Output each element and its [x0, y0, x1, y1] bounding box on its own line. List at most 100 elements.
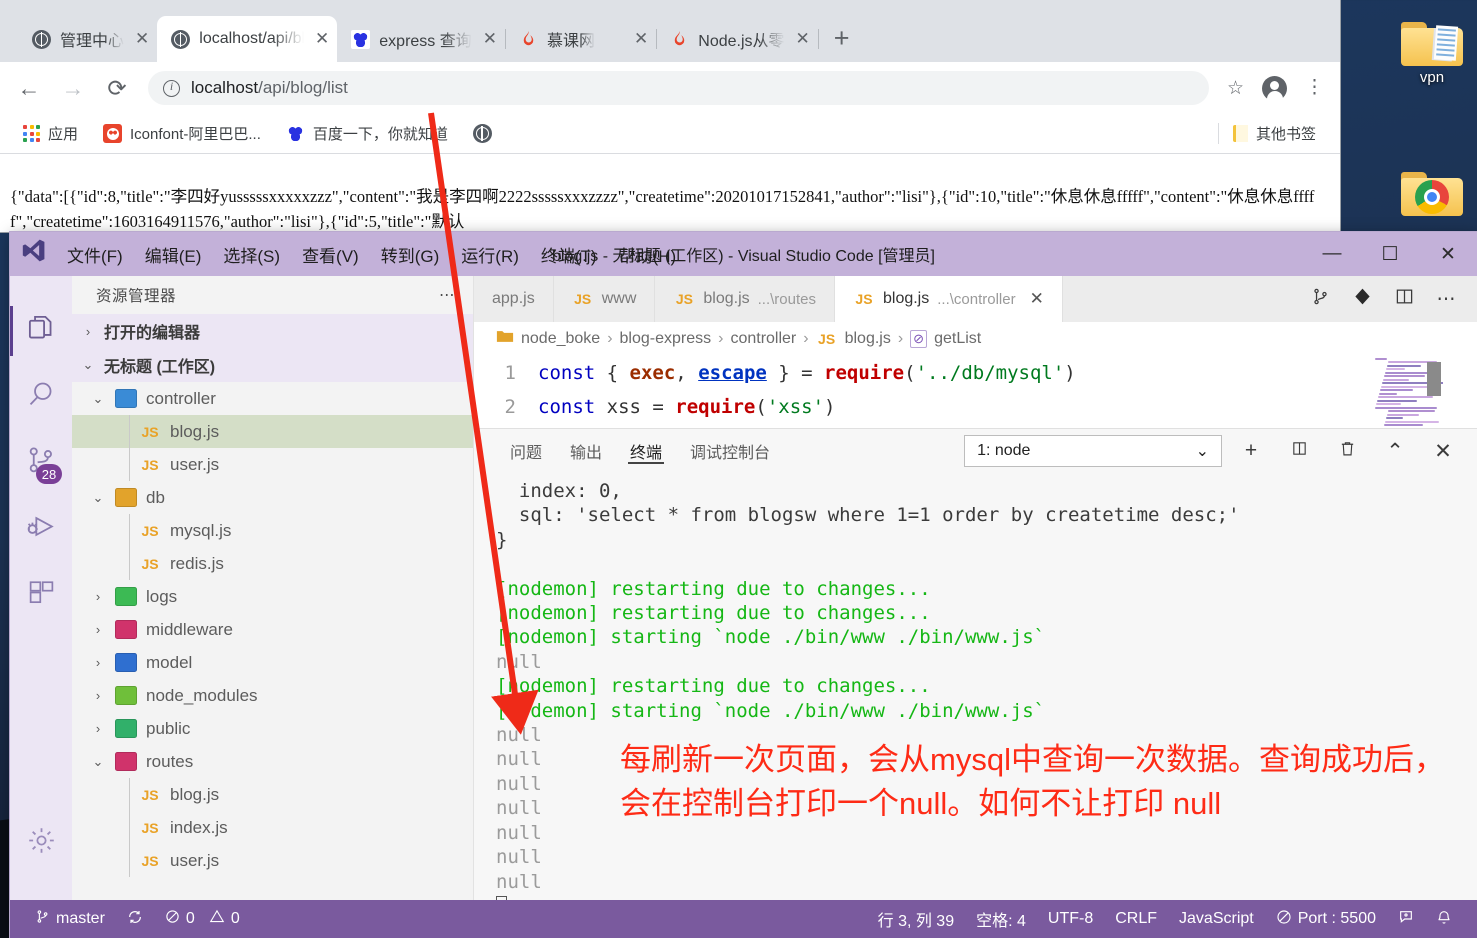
status-encoding[interactable]: UTF-8 [1037, 910, 1104, 928]
breadcrumb-item-0[interactable]: node_boke [521, 330, 600, 348]
desktop-icon-vpn[interactable]: vpn [1386, 18, 1477, 86]
panel-tab-terminal[interactable]: 终端 [616, 429, 676, 473]
activity-source-control[interactable]: 28 [10, 430, 72, 496]
minimap-scrollbar[interactable] [1427, 362, 1441, 396]
tree-item-controller[interactable]: ⌄ controller [72, 382, 473, 415]
split-editor-icon[interactable] [1383, 287, 1425, 312]
split-terminal-icon[interactable] [1275, 439, 1323, 463]
tree-item-user-js[interactable]: JS user.js [72, 448, 473, 481]
back-button[interactable]: ← [16, 75, 42, 102]
status-git-branch[interactable]: master [24, 909, 116, 929]
browser-tab-1[interactable]: localhost/api/blog/list ✕ [157, 16, 338, 62]
tree-item-blog-js[interactable]: JS blog.js [72, 415, 473, 448]
activity-search[interactable] [10, 364, 72, 430]
browser-tab-4[interactable]: Node.js从零 ✕ [656, 16, 819, 62]
reload-button[interactable]: ⟳ [104, 75, 130, 102]
browser-tab-2[interactable]: express 查询 ✕ [337, 16, 506, 62]
status-sync[interactable] [116, 909, 154, 930]
minimap[interactable] [1371, 356, 1443, 428]
source-control-icon[interactable] [1341, 287, 1383, 312]
tree-item-blog-js[interactable]: JS blog.js [72, 778, 473, 811]
status-indentation[interactable]: 空格: 4 [965, 907, 1037, 931]
terminal-output[interactable]: index: 0, sql: 'select * from blogsw whe… [474, 473, 1477, 900]
activity-explorer[interactable] [10, 298, 72, 364]
status-cursor-position[interactable]: 行 3, 列 39 [867, 907, 965, 931]
breadcrumb-item-2[interactable]: controller [730, 330, 796, 348]
breadcrumb-item-3[interactable]: blog.js [845, 330, 891, 348]
tree-item-index-js[interactable]: JS index.js [72, 811, 473, 844]
desktop-icon-chrome-folder[interactable] [1386, 168, 1477, 219]
status-notifications[interactable] [1425, 909, 1463, 930]
split-vertical-icon[interactable] [1299, 287, 1341, 312]
panel-tab-output[interactable]: 输出 [556, 429, 616, 473]
tab-close-icon[interactable]: ✕ [315, 29, 329, 49]
bookmark-apps[interactable]: 应用 [14, 119, 87, 148]
browser-menu-icon[interactable]: ⋮ [1305, 78, 1324, 98]
menu-go[interactable]: 转到(G) [370, 232, 451, 276]
tab-close-icon[interactable]: ✕ [135, 29, 149, 49]
avatar[interactable] [1262, 75, 1287, 102]
status-live-server-port[interactable]: Port : 5500 [1265, 909, 1387, 930]
tree-item-mysql-js[interactable]: JS mysql.js [72, 514, 473, 547]
status-language-mode[interactable]: JavaScript [1168, 910, 1265, 928]
bookmark-iconfont[interactable]: Iconfont-阿里巴巴... [94, 119, 270, 148]
status-feedback[interactable] [1387, 909, 1425, 930]
activity-settings[interactable] [10, 810, 72, 876]
tab-close-icon[interactable]: ✕ [483, 29, 497, 49]
new-tab-button[interactable]: + [834, 25, 850, 52]
breadcrumb-item-1[interactable]: blog-express [620, 330, 712, 348]
maximize-button[interactable]: ☐ [1361, 232, 1419, 276]
section-workspace[interactable]: ⌄ 无标题 (工作区) [72, 348, 473, 382]
code-editor[interactable]: 1 const { exec, escape } = require('../db… [474, 356, 1477, 428]
editor-tab-app-js[interactable]: app.js [474, 276, 554, 322]
section-open-editors[interactable]: › 打开的编辑器 [72, 314, 473, 348]
tree-item-db[interactable]: ⌄ db [72, 481, 473, 514]
tab-close-icon[interactable]: ✕ [1030, 289, 1044, 309]
terminal-select[interactable]: 1: node ⌄ [964, 435, 1223, 467]
kill-terminal-icon[interactable] [1323, 439, 1371, 464]
tree-item-public[interactable]: › public [72, 712, 473, 745]
address-bar[interactable]: localhost/api/blog/list [148, 71, 1209, 105]
status-eol[interactable]: CRLF [1104, 910, 1168, 928]
browser-tab-0[interactable]: 管理中心 ✕ [18, 16, 159, 62]
minimize-button[interactable]: — [1303, 232, 1361, 276]
editor-tab-blog-routes[interactable]: JS blog.js ...\routes [655, 276, 835, 322]
menu-edit[interactable]: 编辑(E) [134, 232, 213, 276]
tree-item-logs[interactable]: › logs [72, 580, 473, 613]
breadcrumb-item-4[interactable]: getList [934, 330, 981, 348]
close-button[interactable]: ✕ [1419, 232, 1477, 276]
menu-file[interactable]: 文件(F) [56, 232, 134, 276]
browser-tab-3[interactable]: 慕课网 ✕ [505, 16, 658, 62]
menu-run[interactable]: 运行(R) [450, 232, 530, 276]
site-info-icon[interactable] [163, 79, 180, 97]
editor-tab-www[interactable]: JS www [553, 276, 656, 322]
bookmark-star-icon[interactable]: ☆ [1227, 77, 1244, 100]
activity-run-debug[interactable] [10, 496, 72, 562]
tree-item-node_modules[interactable]: › node_modules [72, 679, 473, 712]
chevron-up-icon[interactable]: ⌃ [1371, 439, 1419, 464]
close-panel-icon[interactable]: ✕ [1419, 439, 1467, 464]
menu-help[interactable]: 帮助(H) [608, 232, 688, 276]
activity-extensions[interactable] [10, 562, 72, 628]
tree-item-redis-js[interactable]: JS redis.js [72, 547, 473, 580]
add-terminal-icon[interactable]: + [1227, 439, 1275, 463]
editor-tab-blog-controller[interactable]: JS blog.js ...\controller ✕ [834, 276, 1063, 322]
tab-close-icon[interactable]: ✕ [634, 29, 648, 49]
tree-item-middleware[interactable]: › middleware [72, 613, 473, 646]
tree-item-model[interactable]: › model [72, 646, 473, 679]
menu-terminal[interactable]: 终端(T) [530, 232, 608, 276]
tree-item-routes[interactable]: ⌄ routes [72, 745, 473, 778]
bookmark-globe[interactable] [464, 120, 501, 147]
tab-close-icon[interactable]: ✕ [796, 29, 810, 49]
forward-button[interactable]: → [60, 75, 86, 102]
explorer-more-icon[interactable]: ⋯ [439, 286, 455, 305]
tree-item-user-js[interactable]: JS user.js [72, 844, 473, 877]
menu-view[interactable]: 查看(V) [291, 232, 370, 276]
panel-tab-debug-console[interactable]: 调试控制台 [676, 429, 784, 473]
menu-selection[interactable]: 选择(S) [212, 232, 291, 276]
status-problems[interactable]: 0 0 [154, 909, 251, 929]
other-bookmarks[interactable]: 其他书签 [1217, 123, 1326, 144]
bookmark-baidu[interactable]: 百度一下，你就知道 [277, 119, 457, 148]
panel-tab-problems[interactable]: 问题 [496, 429, 556, 473]
more-icon[interactable]: ⋯ [1425, 288, 1467, 311]
